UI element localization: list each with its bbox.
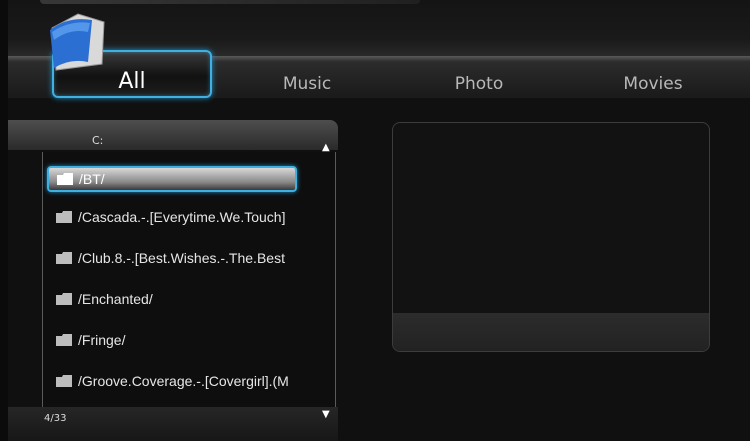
folder-icon xyxy=(57,169,73,190)
file-panel-header: C: xyxy=(8,120,338,150)
folder-icon xyxy=(56,246,72,271)
list-item[interactable]: /Fringe/ xyxy=(56,327,302,353)
tab-movies[interactable]: Movies xyxy=(608,70,698,98)
page-indicator: 4/33 xyxy=(44,413,67,424)
folder-icon xyxy=(56,287,72,312)
folder-icon xyxy=(56,205,72,230)
folder-icon xyxy=(56,328,72,353)
folder-icon xyxy=(56,369,72,394)
tab-music[interactable]: Music xyxy=(262,70,352,98)
top-banner-reflection xyxy=(40,0,420,4)
list-item[interactable]: /Enchanted/ xyxy=(56,286,302,312)
list-item[interactable]: /BT/ xyxy=(47,166,297,192)
scroll-down-icon[interactable]: ▼ xyxy=(322,409,330,420)
list-item[interactable]: /Groove.Coverage.-.[Covergirl].(M xyxy=(56,368,302,394)
tab-photo[interactable]: Photo xyxy=(434,70,524,98)
tab-all-label: All xyxy=(118,69,146,94)
preview-info-bar xyxy=(393,313,709,351)
list-item[interactable]: /Cascada.-.[Everytime.We.Touch] xyxy=(56,204,302,230)
drive-label: C: xyxy=(92,134,104,147)
list-item[interactable]: /Club.8.-.[Best.Wishes.-.The.Best xyxy=(56,245,302,271)
folder-logo-icon xyxy=(48,8,108,72)
preview-panel xyxy=(392,122,710,352)
